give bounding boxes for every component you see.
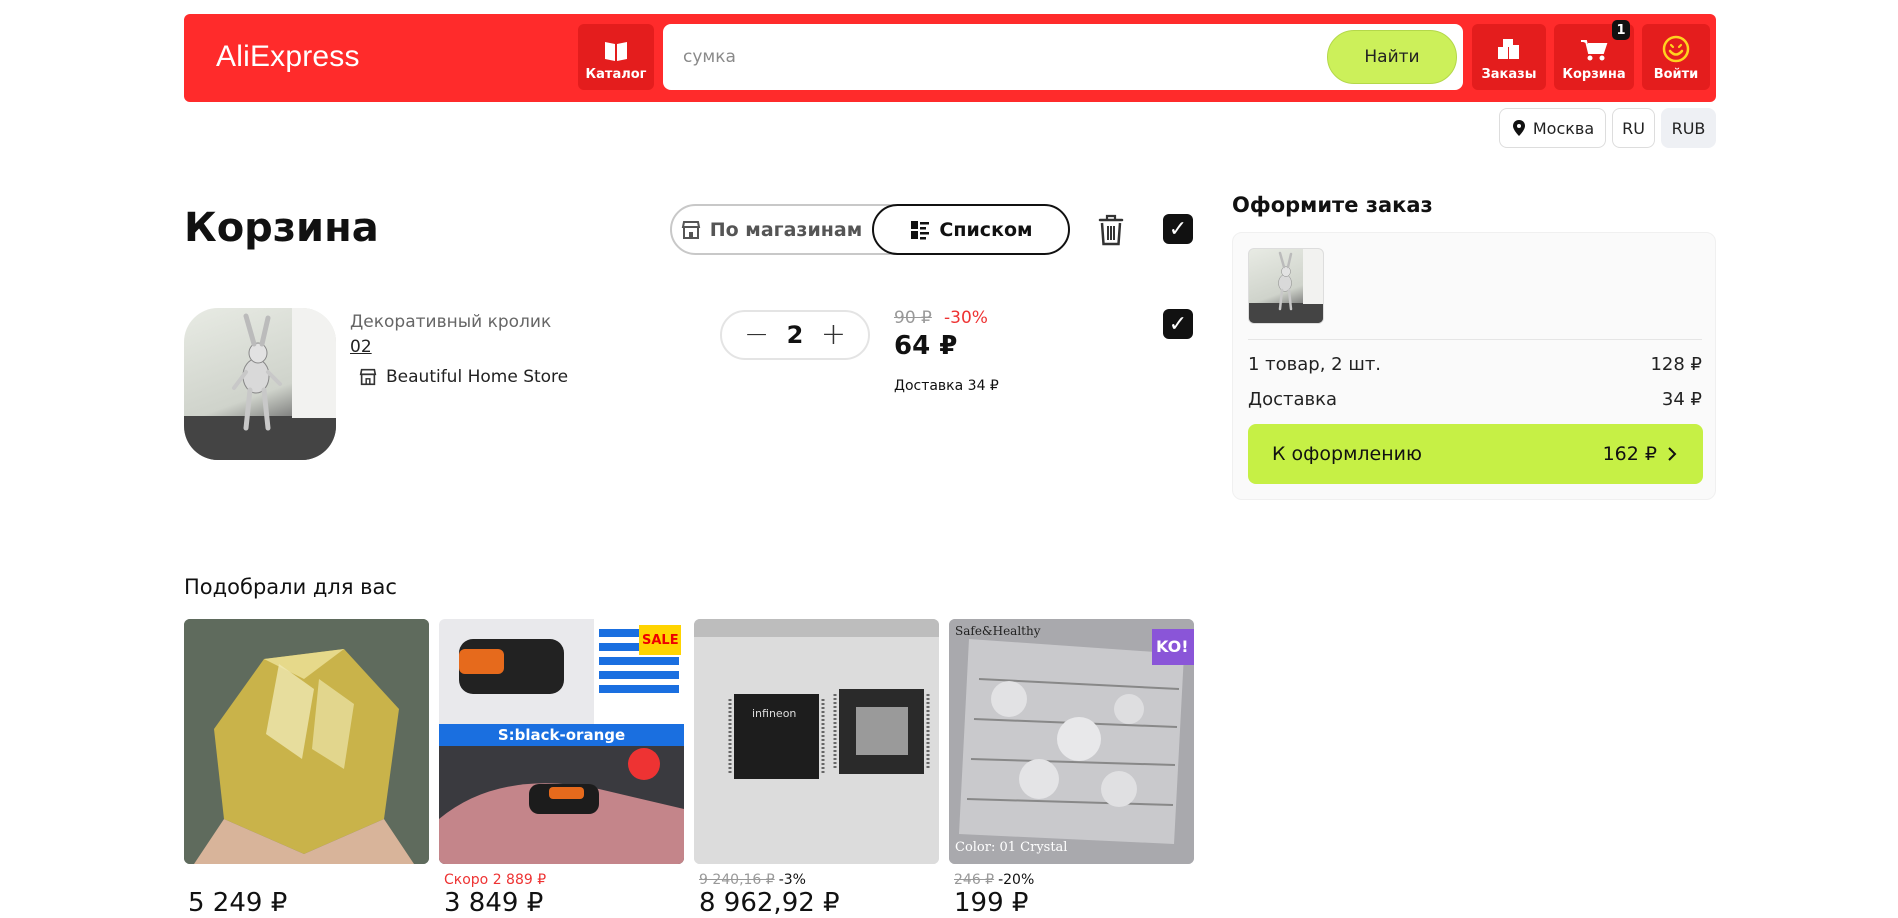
microchip-image [694, 619, 939, 864]
recommendation-price-meta: Скоро 2 889 ₽ [444, 872, 546, 888]
catalog-button[interactable]: Каталог [578, 24, 654, 90]
recommendation-price-meta: 9 240,16 ₽ -3% [699, 872, 806, 888]
delivery-summary-row: Доставка 34 ₽ [1248, 389, 1702, 410]
old-price: 90 ₽ [894, 308, 932, 328]
mineral-crystal-image [184, 619, 429, 864]
quantity-value: 2 [786, 321, 804, 349]
delivery-total: 34 ₽ [1661, 389, 1702, 410]
store-icon [359, 368, 377, 386]
cart-count-badge: 1 [1612, 20, 1630, 40]
view-by-store-label: По магазинам [709, 218, 863, 241]
product-name[interactable]: Декоративный кролик [350, 312, 551, 332]
package-bottom-text: Color: 01 Crystal [955, 840, 1068, 855]
items-total: 128 ₽ [1650, 354, 1702, 375]
login-label: Войти [1653, 67, 1699, 82]
store-link[interactable]: Beautiful Home Store [358, 367, 568, 387]
items-summary-row: 1 товар, 2 шт. 128 ₽ [1248, 354, 1702, 375]
recommendation-price: 199 ₽ [954, 888, 1029, 918]
divider [1248, 339, 1702, 340]
view-list-label: Списком [939, 218, 1033, 241]
recommendation-card[interactable]: Safe&Healthy Color: 01 Crystal KO! [949, 619, 1194, 864]
variant-banner: S:black-orange [497, 726, 626, 744]
order-title: Оформите заказ [1232, 193, 1433, 217]
decrement-button[interactable]: − [744, 320, 769, 350]
discount-badge: -20% [998, 872, 1035, 888]
recommendation-card[interactable] [184, 619, 429, 864]
header-bar: AliExpress Каталог Найти Заказы 1 Корзин… [184, 14, 1716, 102]
cart-label: Корзина [1562, 67, 1626, 82]
checkout-label: К оформлению [1272, 443, 1423, 465]
trash-icon[interactable] [1097, 214, 1125, 246]
chip-brand-label: infineon [752, 707, 797, 720]
rabbit-figurine-image [184, 308, 336, 460]
cart-icon [1581, 40, 1608, 61]
order-summary-card: 1 товар, 2 шт. 128 ₽ Доставка 34 ₽ К офо… [1232, 232, 1716, 500]
select-all-checkbox[interactable]: ✓ [1163, 214, 1193, 244]
delivery-cost: Доставка 34 ₽ [894, 378, 999, 394]
currency-selector[interactable]: RUB [1661, 108, 1716, 148]
city-selector[interactable]: Москва [1499, 108, 1606, 148]
chevron-right-icon [1668, 447, 1677, 461]
recommendation-card[interactable]: S:black-orange SALE [439, 619, 684, 864]
old-price: 246 ₽ [954, 872, 995, 888]
product-variant[interactable]: 02 [350, 337, 372, 357]
recommendation-price-meta: 246 ₽ -20% [954, 872, 1034, 888]
package-top-text: Safe&Healthy [955, 624, 1041, 638]
discount-badge: -3% [778, 872, 806, 888]
recommendation-price: 3 849 ₽ [444, 888, 544, 918]
view-toggle: По магазинам Списком [670, 204, 1070, 255]
checkout-button[interactable]: К оформлению 162 ₽ [1248, 424, 1703, 484]
view-list-option[interactable]: Списком [872, 204, 1070, 255]
recommendation-card[interactable]: infineon [694, 619, 939, 864]
product-image[interactable] [184, 308, 336, 460]
search-button[interactable]: Найти [1327, 30, 1457, 84]
search-input[interactable] [683, 42, 1283, 72]
cart-title: Корзина [184, 205, 379, 251]
items-count-label: 1 товар, 2 шт. [1248, 354, 1382, 375]
orders-label: Заказы [1481, 67, 1537, 82]
view-by-store-option[interactable]: По магазинам [672, 204, 870, 255]
location-pin-icon [1512, 120, 1525, 136]
search-box: Найти [663, 24, 1463, 90]
store-name: Beautiful Home Store [386, 367, 569, 387]
book-icon [605, 42, 627, 61]
catalog-label: Каталог [585, 67, 647, 82]
cart-button[interactable]: 1 Корзина [1554, 20, 1634, 90]
increment-button[interactable]: + [821, 320, 846, 350]
recommendation-price: 5 249 ₽ [188, 888, 288, 918]
recommendation-price: 8 962,92 ₽ [699, 888, 840, 918]
boxes-icon [1498, 39, 1519, 59]
checkout-total: 162 ₽ [1602, 443, 1657, 465]
current-price: 64 ₽ [894, 331, 958, 361]
sale-badge: SALE [642, 633, 679, 648]
smiley-icon [1662, 35, 1690, 63]
orders-button[interactable]: Заказы [1472, 24, 1546, 90]
login-button[interactable]: Войти [1642, 24, 1710, 90]
upcoming-price: Скоро 2 889 ₽ [444, 872, 547, 888]
order-item-thumbnail[interactable] [1248, 248, 1324, 324]
recommendations-title: Подобрали для вас [184, 575, 397, 599]
item-checkbox[interactable]: ✓ [1163, 309, 1193, 339]
rabbit-figurine-image [1249, 249, 1323, 323]
language-selector[interactable]: RU [1612, 108, 1655, 148]
store-icon [681, 220, 700, 239]
list-icon [911, 220, 930, 239]
brand-badge: KO! [1156, 637, 1189, 656]
quantity-stepper: − 2 + [720, 310, 870, 360]
delivery-label: Доставка [1248, 389, 1337, 410]
old-price: 9 240,16 ₽ [699, 872, 775, 888]
aliexpress-logo[interactable]: AliExpress [216, 40, 360, 74]
city-label: Москва [1532, 118, 1595, 138]
discount-badge: -30% [944, 308, 988, 328]
